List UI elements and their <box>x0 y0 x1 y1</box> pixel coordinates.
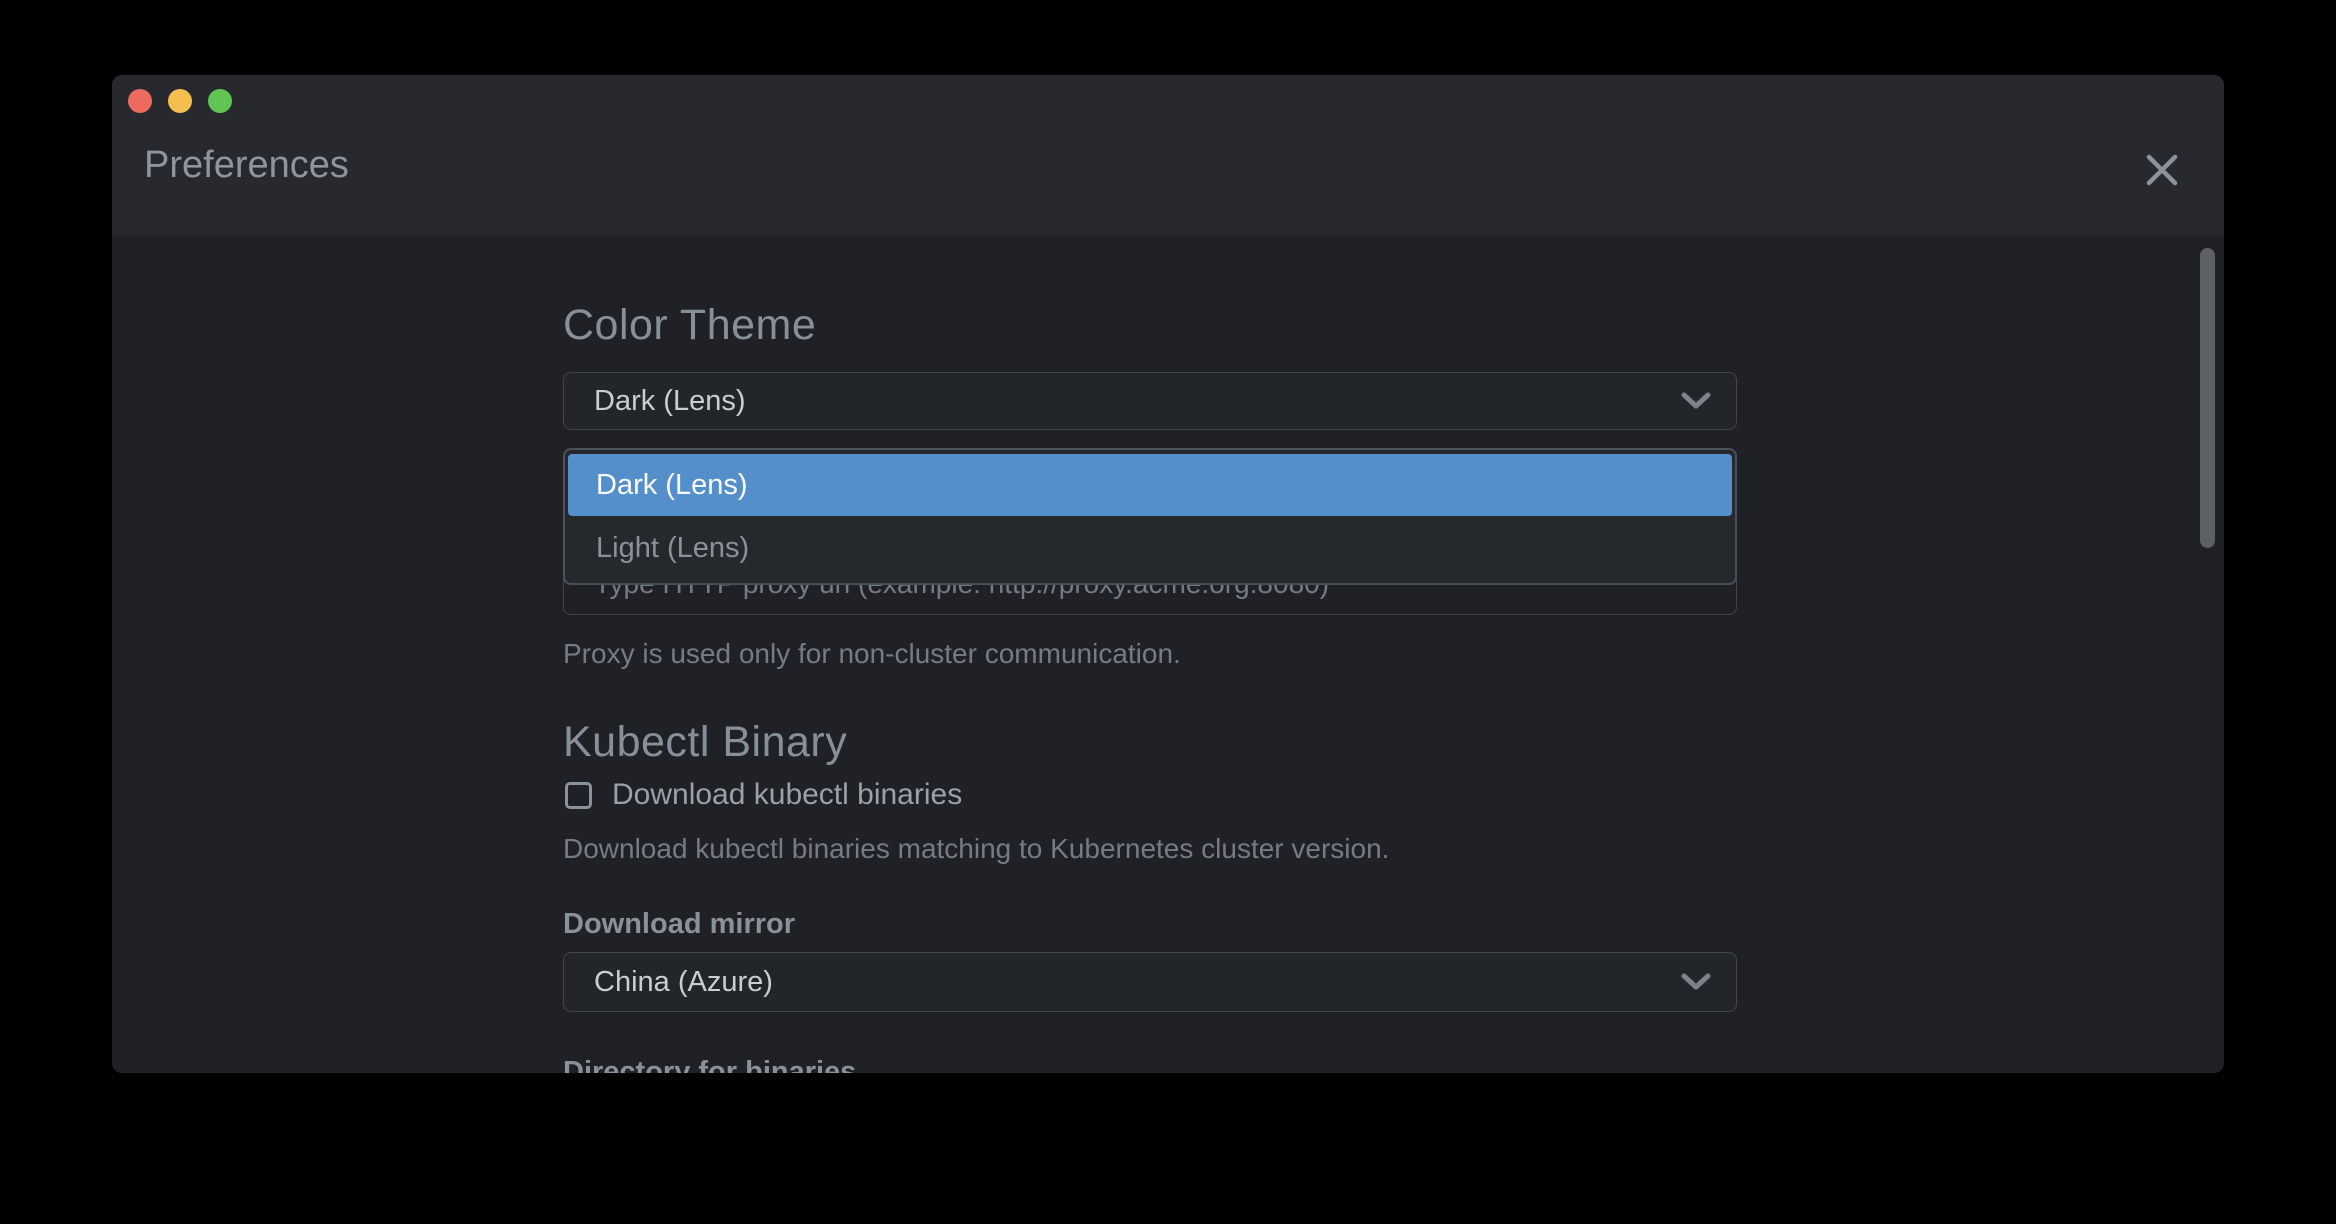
color-theme-heading: Color Theme <box>563 301 1737 350</box>
zoom-traffic-light[interactable] <box>208 89 232 113</box>
close-traffic-light[interactable] <box>128 89 152 113</box>
close-icon <box>2143 151 2181 192</box>
directory-for-binaries-label: Directory for binaries <box>563 1056 1737 1073</box>
close-button[interactable] <box>2138 147 2186 195</box>
chevron-down-icon <box>1680 972 1712 992</box>
color-theme-select[interactable]: Dark (Lens) <box>563 372 1737 430</box>
download-mirror-select[interactable]: China (Azure) <box>563 952 1737 1012</box>
color-theme-select-value: Dark (Lens) <box>594 385 1680 418</box>
scrollbar-thumb[interactable] <box>2200 248 2215 548</box>
download-mirror-select-value: China (Azure) <box>594 966 1680 999</box>
checkbox-unchecked-icon[interactable] <box>565 782 592 809</box>
download-mirror-label: Download mirror <box>563 908 1737 941</box>
kubectl-helper-text: Download kubectl binaries matching to Ku… <box>563 833 1737 865</box>
dropdown-option-light[interactable]: Light (Lens) <box>568 516 1732 580</box>
download-kubectl-checkbox-row[interactable]: Download kubectl binaries <box>563 778 1737 812</box>
download-kubectl-checkbox-label: Download kubectl binaries <box>612 778 962 812</box>
titlebar: Preferences <box>112 75 2224 235</box>
page-title: Preferences <box>144 141 349 189</box>
minimize-traffic-light[interactable] <box>168 89 192 113</box>
chevron-down-icon <box>1680 391 1712 411</box>
proxy-helper-text: Proxy is used only for non-cluster commu… <box>563 638 1737 670</box>
dropdown-option-dark[interactable]: Dark (Lens) <box>568 454 1732 516</box>
kubectl-binary-heading: Kubectl Binary <box>563 718 1737 767</box>
preferences-window: Preferences Color Theme Dark (Lens) Dark… <box>112 75 2224 1073</box>
color-theme-dropdown: Dark (Lens) Light (Lens) <box>563 448 1737 585</box>
